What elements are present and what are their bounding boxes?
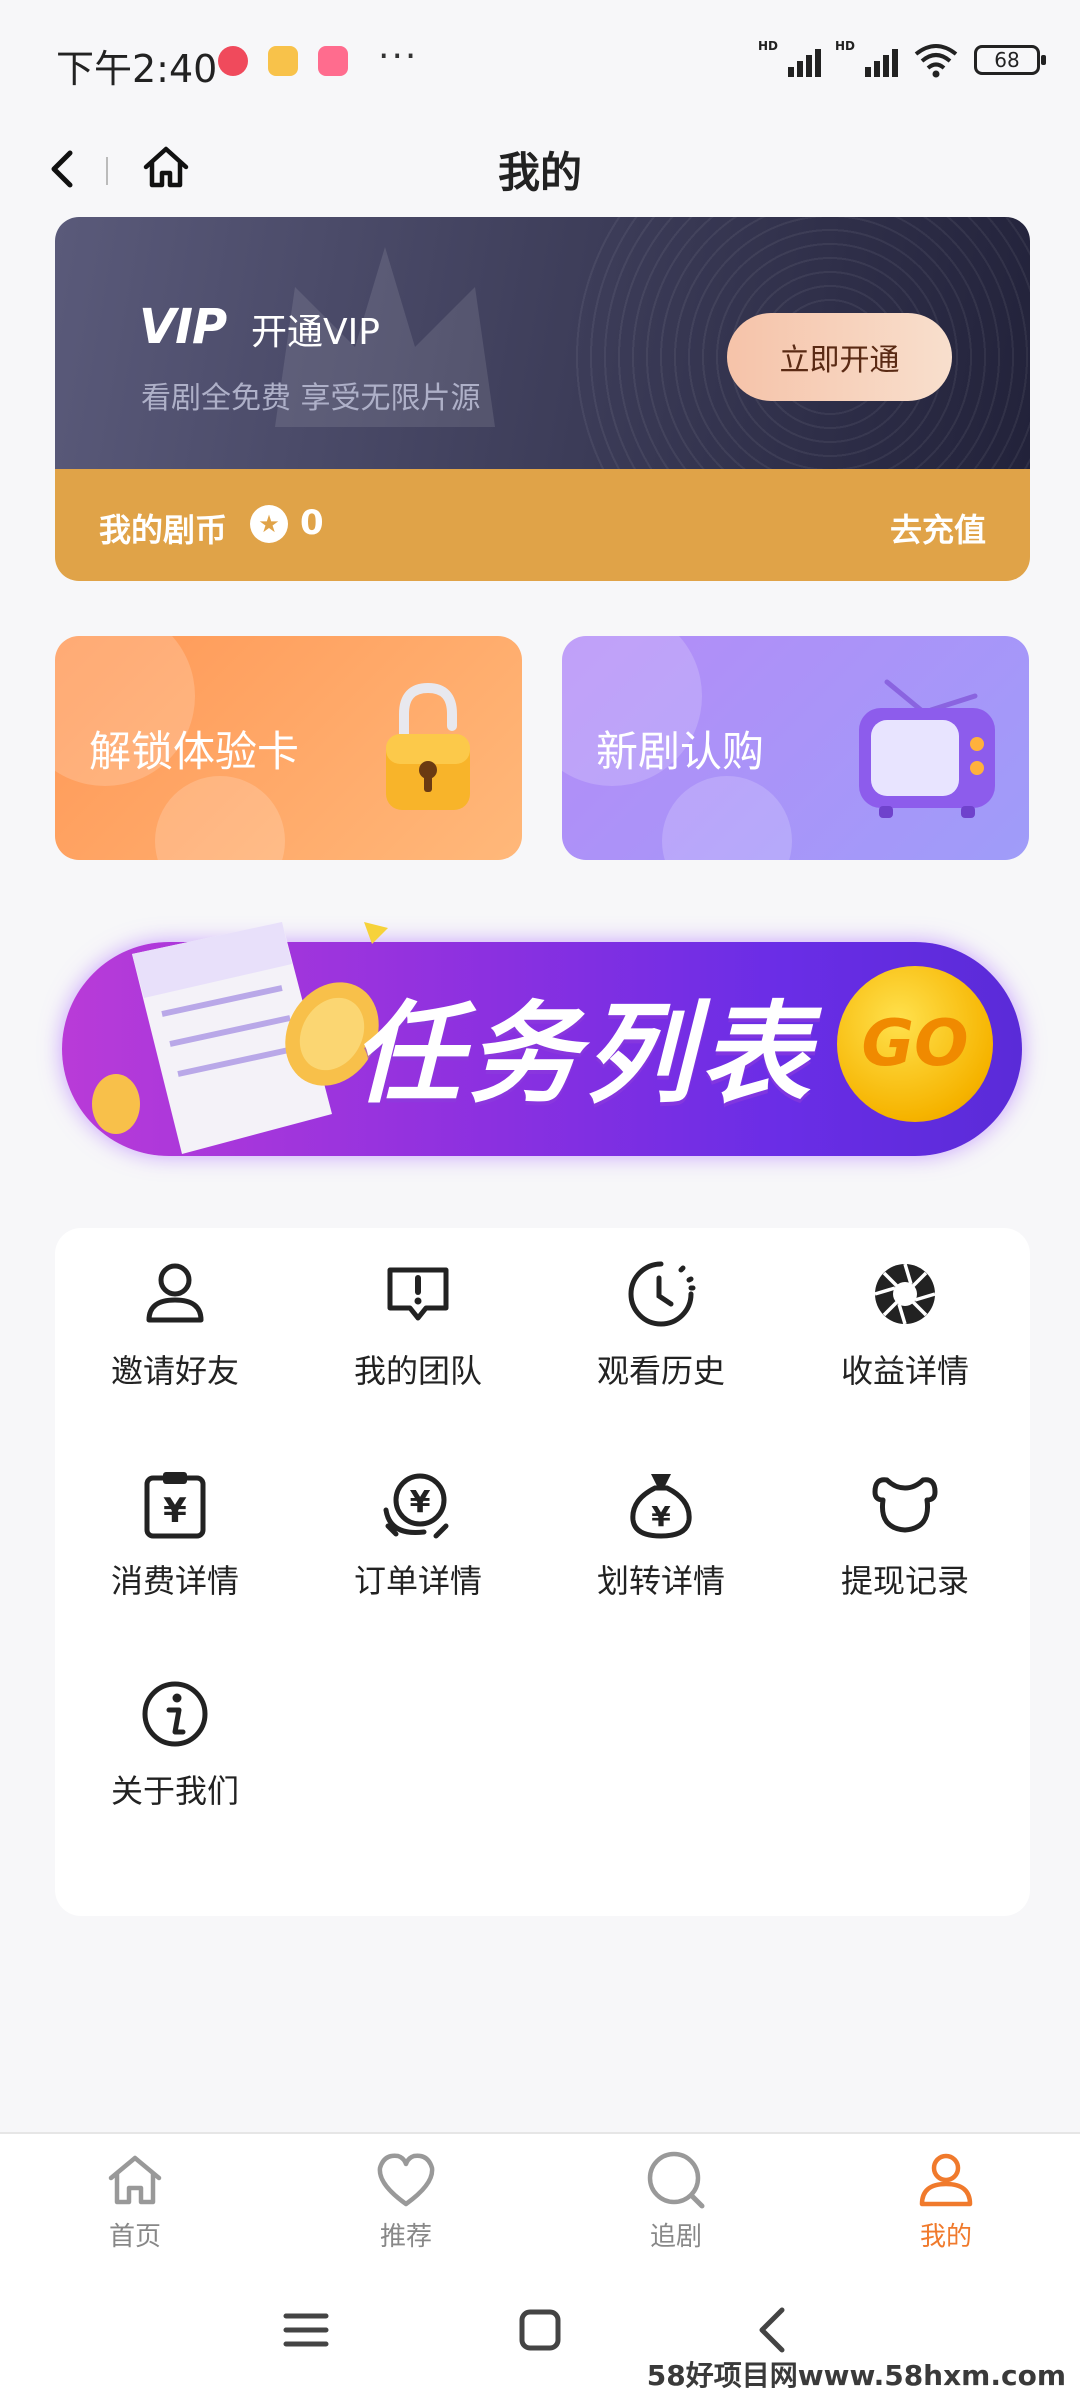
music-app-icon xyxy=(218,46,248,76)
grid-item-label: 邀请好友 xyxy=(110,1352,239,1390)
grid-item-about-us[interactable]: 关于我们 xyxy=(75,1648,275,1818)
svg-text:¥: ¥ xyxy=(163,1491,187,1531)
decor-bubble xyxy=(662,776,792,860)
money-bag-icon: ¥ xyxy=(630,1474,692,1539)
watermark: 58好项目网www.58hxm.com xyxy=(646,2359,1066,2392)
grid-item-label: 划转详情 xyxy=(596,1562,725,1600)
grid-item-my-team[interactable]: 我的团队 xyxy=(318,1228,518,1398)
document-coin-icon xyxy=(92,922,388,1154)
vip-logo: VIP xyxy=(139,299,227,355)
task-list-title: 任务列表 xyxy=(352,990,816,1118)
status-indicators: HD HD 68 xyxy=(758,39,1046,78)
nav-tab-follow[interactable]: 追剧 xyxy=(596,2148,756,2253)
grid-item-watch-history[interactable]: 观看历史 xyxy=(561,1228,761,1398)
vip-banner: VIP 开通VIP 看剧全免费 享受无限片源 立即开通 xyxy=(55,217,1030,581)
recharge-link[interactable]: 去充值 xyxy=(890,505,986,551)
profile-icon xyxy=(919,2153,973,2207)
services-panel: 邀请好友 我的团队 观看历史 收益详情 ¥ 消费详情 ¥ 订单详情 ¥ 划转详情… xyxy=(55,1228,1030,1916)
svg-text:¥: ¥ xyxy=(651,1500,671,1533)
grid-item-transfer-details[interactable]: ¥ 划转详情 xyxy=(561,1438,761,1608)
vip-subtitle: 看剧全免费 享受无限片源 xyxy=(141,381,481,416)
user-icon xyxy=(146,1263,204,1323)
system-navigation-bar: 58好项目网www.58hxm.com xyxy=(0,2258,1080,2400)
coins-label: 我的剧币 xyxy=(99,511,228,549)
grid-item-label: 收益详情 xyxy=(840,1352,969,1390)
clipboard-yen-icon: ¥ xyxy=(144,1472,206,1539)
unlock-card-label: 解锁体验卡 xyxy=(89,727,300,776)
vip-card: VIP 开通VIP 看剧全免费 享受无限片源 立即开通 我的剧币 ★ 0 去充值 xyxy=(55,217,1030,581)
info-icon xyxy=(142,1681,208,1747)
open-vip-button[interactable]: 立即开通 xyxy=(727,313,952,401)
grid-item-invite-friends[interactable]: 邀请好友 xyxy=(75,1228,275,1398)
back-arrow-icon[interactable] xyxy=(746,2302,802,2358)
battery-icon: 68 xyxy=(974,45,1046,75)
page-title: 我的 xyxy=(497,148,582,197)
coins-value: 0 xyxy=(300,503,324,543)
page-header: 我的 xyxy=(0,125,1080,215)
status-time: 下午2:40 xyxy=(56,47,218,91)
go-button[interactable]: GO xyxy=(837,966,993,1122)
menu-icon[interactable] xyxy=(278,2302,334,2358)
vip-title: 开通VIP xyxy=(251,312,380,353)
nav-label: 追剧 xyxy=(649,2222,702,2252)
bear-icon xyxy=(872,1477,938,1533)
video-app-icon xyxy=(318,46,348,76)
nav-tab-home[interactable]: 首页 xyxy=(55,2148,215,2253)
home-square-icon[interactable] xyxy=(512,2302,568,2358)
nav-label: 我的 xyxy=(919,2222,972,2252)
nav-tab-mine[interactable]: 我的 xyxy=(866,2148,1026,2253)
grid-item-label: 提现记录 xyxy=(840,1562,969,1600)
tv-icon xyxy=(859,679,995,818)
grid-item-label: 观看历史 xyxy=(596,1352,725,1390)
nav-label: 首页 xyxy=(108,2222,161,2252)
heart-icon xyxy=(377,2153,435,2207)
yen-exchange-icon: ¥ xyxy=(383,1473,449,1539)
unlock-card[interactable]: 解锁体验卡 xyxy=(55,636,522,860)
wifi-icon xyxy=(914,44,958,78)
grid-item-label: 关于我们 xyxy=(110,1772,239,1810)
decor-bubble xyxy=(155,776,285,860)
star-coin-icon: ★ xyxy=(250,505,288,543)
signal-icon: HD xyxy=(835,39,898,77)
alert-chat-icon xyxy=(387,1267,449,1321)
svg-text:¥: ¥ xyxy=(410,1485,431,1520)
search-icon xyxy=(647,2151,705,2209)
grid-item-label: 我的团队 xyxy=(353,1352,482,1390)
notes-app-icon xyxy=(268,46,298,76)
nav-label: 推荐 xyxy=(379,2222,432,2252)
task-list-banner[interactable]: 任务列表 GO xyxy=(62,914,1022,1164)
status-bar: 下午2:40 ··· HD HD 68 xyxy=(0,0,1080,125)
new-drama-card[interactable]: 新剧认购 xyxy=(562,636,1029,860)
signal-icon: HD xyxy=(758,39,821,77)
aperture-icon xyxy=(874,1263,936,1325)
grid-item-order-details[interactable]: ¥ 订单详情 xyxy=(318,1438,518,1608)
bottom-navigation: 首页 推荐 追剧 我的 xyxy=(0,2132,1080,2258)
nav-tab-recommend[interactable]: 推荐 xyxy=(326,2148,486,2253)
padlock-icon xyxy=(386,682,470,810)
more-notifications-icon: ··· xyxy=(378,36,419,77)
grid-item-label: 消费详情 xyxy=(110,1562,239,1600)
new-drama-card-label: 新剧认购 xyxy=(596,727,765,776)
home-icon xyxy=(108,2155,162,2205)
coins-bar: 我的剧币 ★ 0 去充值 xyxy=(55,469,1030,581)
grid-item-earnings-details[interactable]: 收益详情 xyxy=(805,1228,1005,1398)
grid-item-label: 订单详情 xyxy=(353,1562,482,1600)
grid-item-spending-details[interactable]: ¥ 消费详情 xyxy=(75,1438,275,1608)
clock-icon xyxy=(628,1261,696,1327)
grid-item-withdrawal-records[interactable]: 提现记录 xyxy=(805,1438,1005,1608)
